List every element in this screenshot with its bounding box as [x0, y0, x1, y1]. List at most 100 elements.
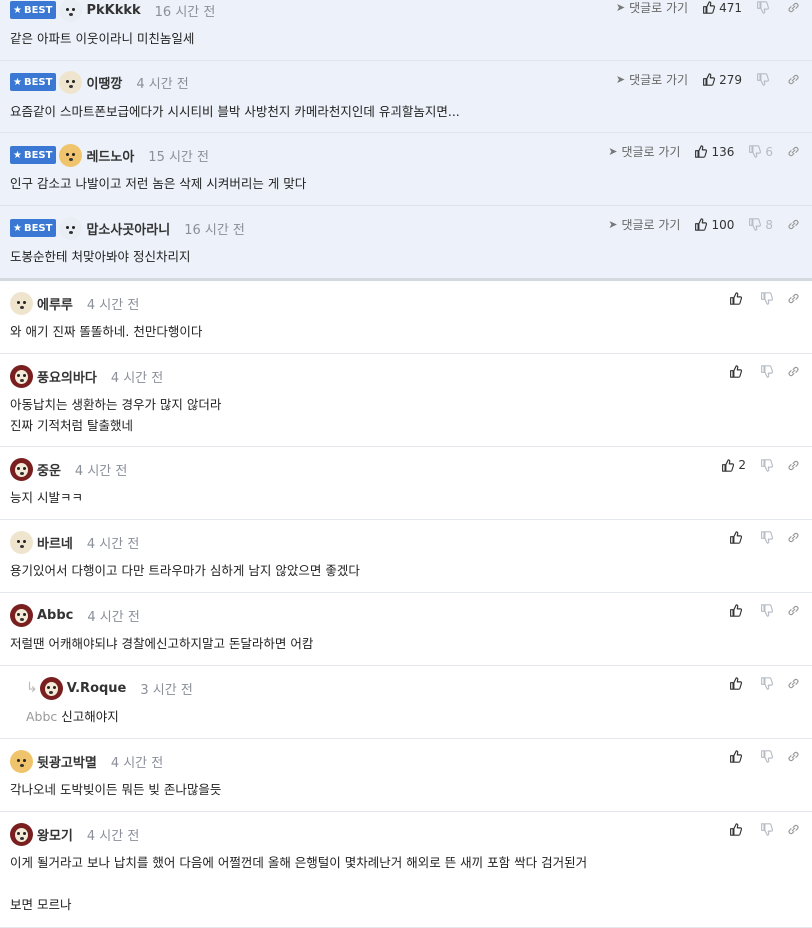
- avatar[interactable]: [10, 364, 33, 388]
- dislike-button[interactable]: [760, 458, 773, 472]
- author-name[interactable]: 에루루: [37, 294, 73, 313]
- comment-header: ★ BEST 맙소사곳아라니 16 시간 전: [10, 216, 245, 240]
- thumbs-down-icon: [761, 292, 773, 305]
- author-name[interactable]: 바르네: [37, 533, 73, 552]
- comment-text: 아동납치는 생환하는 경우가 많지 않더라 진짜 기적처럼 탈출했네: [10, 397, 222, 433]
- like-button[interactable]: [729, 531, 746, 544]
- reply-item: ↳ V.Roque 3 시간 전 Abbc 신고해야지: [0, 666, 812, 739]
- comment-header: 뒷광고박멸 4 시간 전: [10, 749, 163, 773]
- like-button[interactable]: 136: [694, 145, 734, 159]
- goto-comment-link[interactable]: ➤ 댓글로 가기: [608, 216, 680, 233]
- share-link-button[interactable]: [787, 73, 800, 86]
- avatar[interactable]: [59, 216, 83, 240]
- comment-text: 인구 감소고 나발이고 저런 놈은 삭제 시켜버리는 게 맞다: [10, 176, 307, 191]
- comment-header: 풍요의바다 4 시간 전: [10, 364, 163, 388]
- dislike-button[interactable]: [760, 604, 773, 617]
- author-name[interactable]: 중운: [37, 460, 61, 479]
- best-badge-label: BEST: [23, 4, 53, 16]
- dislike-button[interactable]: [760, 531, 773, 544]
- author-name[interactable]: 맙소사곳아라니: [86, 219, 170, 238]
- thumbs-down-icon: [749, 218, 762, 231]
- dislike-count: 8: [765, 217, 773, 232]
- like-button[interactable]: [729, 365, 746, 378]
- share-link-button[interactable]: [787, 750, 800, 763]
- author-name[interactable]: 왕모기: [37, 825, 73, 844]
- dislike-button[interactable]: [760, 677, 773, 690]
- author-name[interactable]: 레드노아: [86, 146, 134, 165]
- thumbs-down-icon: [761, 823, 773, 836]
- thumbs-up-icon: [730, 677, 742, 690]
- dislike-button[interactable]: [760, 292, 773, 305]
- goto-label: 댓글로 가기: [621, 145, 681, 159]
- comment-actions: ➤ 댓글로 가기 136 6: [608, 143, 800, 160]
- like-button[interactable]: [729, 750, 746, 763]
- avatar[interactable]: [10, 457, 33, 481]
- avatar[interactable]: [39, 676, 63, 700]
- dislike-button[interactable]: [756, 73, 773, 86]
- link-icon: [788, 605, 799, 616]
- share-link-button[interactable]: [787, 365, 800, 378]
- comment-text: Abbc 신고해야지: [26, 706, 119, 727]
- share-link-button[interactable]: [787, 531, 800, 544]
- like-button[interactable]: 279: [702, 73, 742, 87]
- comment-actions: ➤ 댓글로 가기 279: [616, 71, 800, 88]
- dislike-button[interactable]: [760, 365, 773, 378]
- like-button[interactable]: 471: [702, 1, 742, 15]
- author-name[interactable]: Abbc: [37, 608, 73, 623]
- dislike-button[interactable]: [760, 823, 773, 836]
- avatar[interactable]: [10, 749, 33, 773]
- dislike-button[interactable]: [756, 1, 773, 14]
- avatar[interactable]: [10, 603, 33, 627]
- avatar[interactable]: [59, 70, 83, 94]
- share-link-button[interactable]: [787, 677, 800, 690]
- avatar[interactable]: [59, 143, 83, 167]
- send-arrow-icon: ➤: [615, 73, 626, 86]
- avatar[interactable]: [10, 291, 33, 315]
- link-icon: [788, 460, 799, 470]
- like-button[interactable]: [729, 604, 746, 617]
- thumbs-down-icon: [761, 604, 773, 617]
- like-count: 136: [711, 144, 735, 159]
- share-link-button[interactable]: [787, 823, 800, 836]
- like-button[interactable]: 2: [721, 458, 746, 472]
- like-button[interactable]: [729, 823, 746, 836]
- like-button[interactable]: 100: [694, 218, 734, 232]
- author-name[interactable]: 풍요의바다: [37, 367, 97, 386]
- comment-text: 같은 아파트 이웃이라니 미친놈일세: [10, 31, 195, 46]
- like-button[interactable]: [729, 677, 746, 690]
- author-name[interactable]: V.Roque: [67, 681, 127, 696]
- send-arrow-icon: ➤: [615, 1, 626, 14]
- link-icon: [788, 293, 799, 304]
- comment-item: 왕모기 4 시간 전 이게 될거라고 보나 납치를 했어 다음에 어쩔껀데 올해…: [0, 812, 812, 928]
- goto-comment-link[interactable]: ➤ 댓글로 가기: [616, 71, 688, 88]
- share-link-button[interactable]: [787, 459, 800, 472]
- comment-item: 에루루 4 시간 전 와 애기 진짜 똘똘하네. 천만다행이다: [0, 281, 812, 354]
- dislike-button[interactable]: 6: [748, 145, 773, 159]
- share-link-button[interactable]: [787, 218, 800, 231]
- dislike-button[interactable]: [760, 750, 773, 763]
- comment-time: 4 시간 전: [110, 755, 164, 771]
- reply-text: 신고해야지: [61, 709, 119, 724]
- star-icon: ★: [13, 76, 22, 88]
- author-name[interactable]: PkKkkk: [86, 3, 140, 18]
- reply-mention[interactable]: Abbc: [26, 709, 57, 724]
- avatar[interactable]: [10, 822, 33, 846]
- goto-comment-link[interactable]: ➤ 댓글로 가기: [608, 143, 680, 160]
- share-link-button[interactable]: [787, 1, 800, 14]
- dislike-button[interactable]: 8: [748, 218, 773, 232]
- like-button[interactable]: [729, 292, 746, 305]
- share-link-button[interactable]: [787, 604, 800, 617]
- comment-header: Abbc 4 시간 전: [10, 603, 140, 627]
- comment-actions: [715, 365, 800, 378]
- author-name[interactable]: 이땡깡: [86, 73, 122, 92]
- share-link-button[interactable]: [787, 292, 800, 305]
- share-link-button[interactable]: [787, 145, 800, 158]
- thumbs-down-icon: [761, 750, 773, 763]
- best-badge: ★ BEST: [10, 146, 57, 164]
- author-name[interactable]: 뒷광고박멸: [37, 752, 97, 771]
- avatar[interactable]: [59, 0, 83, 22]
- goto-label: 댓글로 가기: [621, 218, 681, 232]
- goto-comment-link[interactable]: ➤ 댓글로 가기: [616, 0, 688, 16]
- thumbs-up-icon: [730, 823, 742, 836]
- avatar[interactable]: [10, 530, 33, 554]
